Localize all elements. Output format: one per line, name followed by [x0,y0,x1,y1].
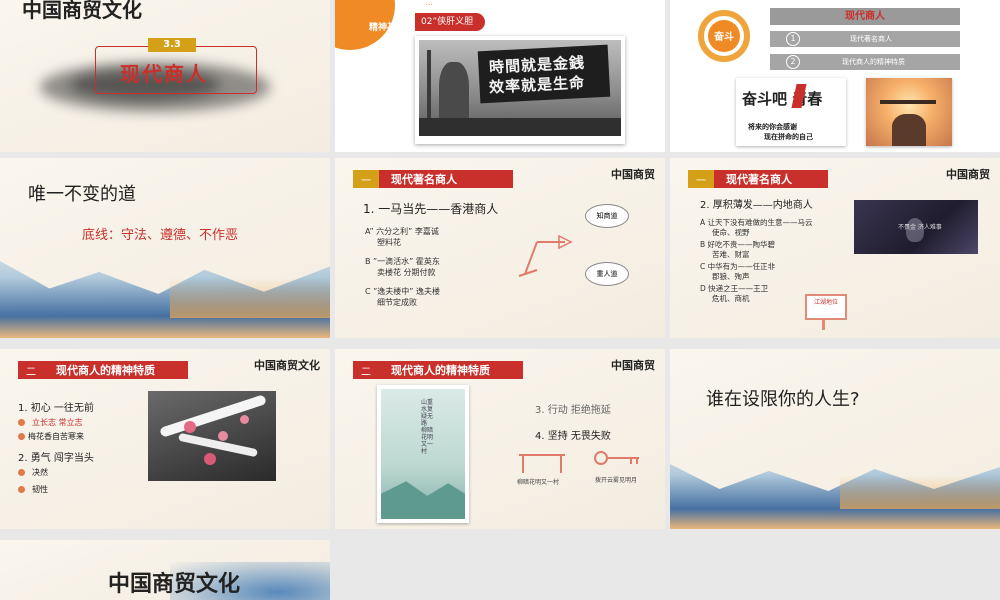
poster-title: 奋斗吧 青春 [742,90,823,108]
slide-title: 现代商人 [120,62,208,86]
content-heading: 2. 厚积薄发——内地商人 [700,200,813,211]
header-num: 一 [688,170,714,188]
item-c: C 中华有为——任正非 郡狼、殉声 [700,262,776,281]
slide-thumb-10[interactable]: 中国商贸文化 [0,540,330,600]
caption-2: 拨开云雾见明月 [595,477,638,484]
header-num: 二 [353,361,379,379]
speech-bubble-1: 知商道 [585,204,629,228]
slide-thumb-4[interactable]: 唯一不变的道 底线：守法、遵德、不作恶 [0,158,330,338]
header-title: 现代商人的精神特质 [44,361,188,379]
slide-thumb-3[interactable]: 奋斗 现代商人 1 现代著名商人 2 现代商人的精神特质 奋斗吧 青春 将来的你… [670,0,1000,152]
scale-icon [518,234,573,277]
bullet-dot-3 [18,469,25,476]
tab-label: 精神基础 [369,23,406,33]
header-title: 现代著名商人 [379,170,513,188]
menu-item-2[interactable]: 2 现代商人的精神特质 [770,54,960,70]
slide-thumb-9[interactable]: 谁在设限你的人生? [670,349,1000,529]
item-d: D 快递之王——王卫 危机、商机 [700,284,769,303]
poster-sub2: 现在拼命的自己 [764,133,813,141]
slide-thumb-7[interactable]: 二 现代商人的精神特质 中国商贸文化 1. 初心 一往无前 立长志 常立志 梅花… [0,349,330,529]
section-header: 二 现代商人的精神特质 [18,361,188,379]
section-pill: 02”侠肝义胆 [415,13,485,31]
bullet-dot-4 [18,486,25,493]
poster-sub1: 将来的你会感谢 [748,123,797,131]
caption-1: 柳暗花明又一村 [517,479,560,486]
photo-frame: 時間就是金銭 效率就是生命 [415,36,625,144]
item-b: B 好吃不贵——陶华碧 苦难、财富 [700,240,776,259]
chapter-badge: 3.3 [148,38,196,52]
corner-logo: 中国商贸文化 [254,359,320,372]
corner-logo: 中国商贸 [611,359,655,372]
corner-logo: 中国商贸 [611,168,655,181]
slide-title: 谁在设限你的人生? [706,389,860,410]
speech-bubble-2: 重人道 [585,262,629,286]
wooden-sign: 江湖地位 [805,294,847,320]
slide-thumb-5[interactable]: 一 现代著名商人 中国商贸 1. 一马当先——香港商人 A” 六分之利” 李嘉诚… [335,158,665,338]
slide-thumb-6[interactable]: 一 现代著名商人 中国商贸 2. 厚积薄发——内地商人 A 让天下没有难做的生意… [670,158,1000,338]
item-a: A 让天下没有难做的生意——马云 使命、视野 [700,218,813,237]
corner-logo: 中国商贸 [946,168,990,181]
header-num: 一 [353,170,379,188]
item-2: 立长志 常立志 [32,418,83,427]
item-c: C ”逸夫楼中” 逸夫楼 细节定成败 [365,287,440,307]
poster-image: 奋斗吧 青春 将来的你会感谢 现在拼命的自己 [736,78,846,146]
sunset-image [866,78,952,146]
menu-title: 现代商人 [770,8,960,25]
circle-label: 奋斗 [714,32,734,43]
item-5: 决然 [32,468,48,477]
header-title: 现代商人的精神特质 [379,361,523,379]
item-a: A” 六分之利” 李嘉诚 塑料花 [365,227,439,247]
bullet-dot-1 [18,419,25,426]
slide-logo: 中国商贸文化 [108,571,241,597]
slide-title: 唯一不变的道 [28,184,136,205]
item-2-label: 现代商人的精神特质 [842,58,905,66]
video-thumbnail[interactable]: 不畏金 济人难事 [854,200,978,254]
bw-photo: 時間就是金銭 效率就是生命 [419,40,621,136]
header-title: 现代著名商人 [714,170,828,188]
slide-thumb-1[interactable]: 中国商贸文化 3.3 现代商人 [0,0,330,152]
item-4: 2. 勇气 闯字当头 [18,453,94,464]
bullet-dot-2 [18,433,25,440]
item-2-num: 2 [786,55,800,69]
section-header: 一 现代著名商人 [353,170,513,188]
item-6: 韧性 [32,485,48,494]
item-b: B ”一滴活水” 霍英东 卖楼花 分期付款 [365,257,440,277]
item-3: 3. 行动 拒绝拖延 [535,405,611,416]
menu-item-1[interactable]: 1 现代著名商人 [770,31,960,47]
item-1: 1. 初心 一往无前 [18,403,94,414]
item-3: 梅花香自苦寒来 [28,432,84,441]
content-heading: 1. 一马当先——香港商人 [363,202,499,216]
slide-thumb-8[interactable]: 二 现代商人的精神特质 中国商贸 山重水复疑无路 柳暗花明又一村 3. 行动 拒… [335,349,665,529]
poem-text: 山重水复疑无路 柳暗花明又一村 [421,399,434,455]
bridge-icon [519,454,565,473]
item-1-label: 现代著名商人 [850,35,892,43]
video-caption: 不畏金 济人难事 [898,224,942,231]
section-header: 一 现代著名商人 [688,170,828,188]
slide-logo: 中国商贸文化 [22,0,142,22]
item-1-num: 1 [786,32,800,46]
slide-subtitle: 底线：守法、遵德、不作恶 [82,228,239,243]
scroll-painting: 山重水复疑无路 柳暗花明又一村 [377,385,469,523]
header-num: 二 [18,361,44,379]
slide-thumb-2[interactable]: … 精神基础 02”侠肝义胆 時間就是金銭 效率就是生命 [335,0,665,152]
tab-small: … [425,0,433,7]
plum-blossom-image [148,391,276,481]
section-header: 二 现代商人的精神特质 [353,361,523,379]
item-4: 4. 坚持 无畏失败 [535,431,611,442]
key-icon [594,451,639,465]
